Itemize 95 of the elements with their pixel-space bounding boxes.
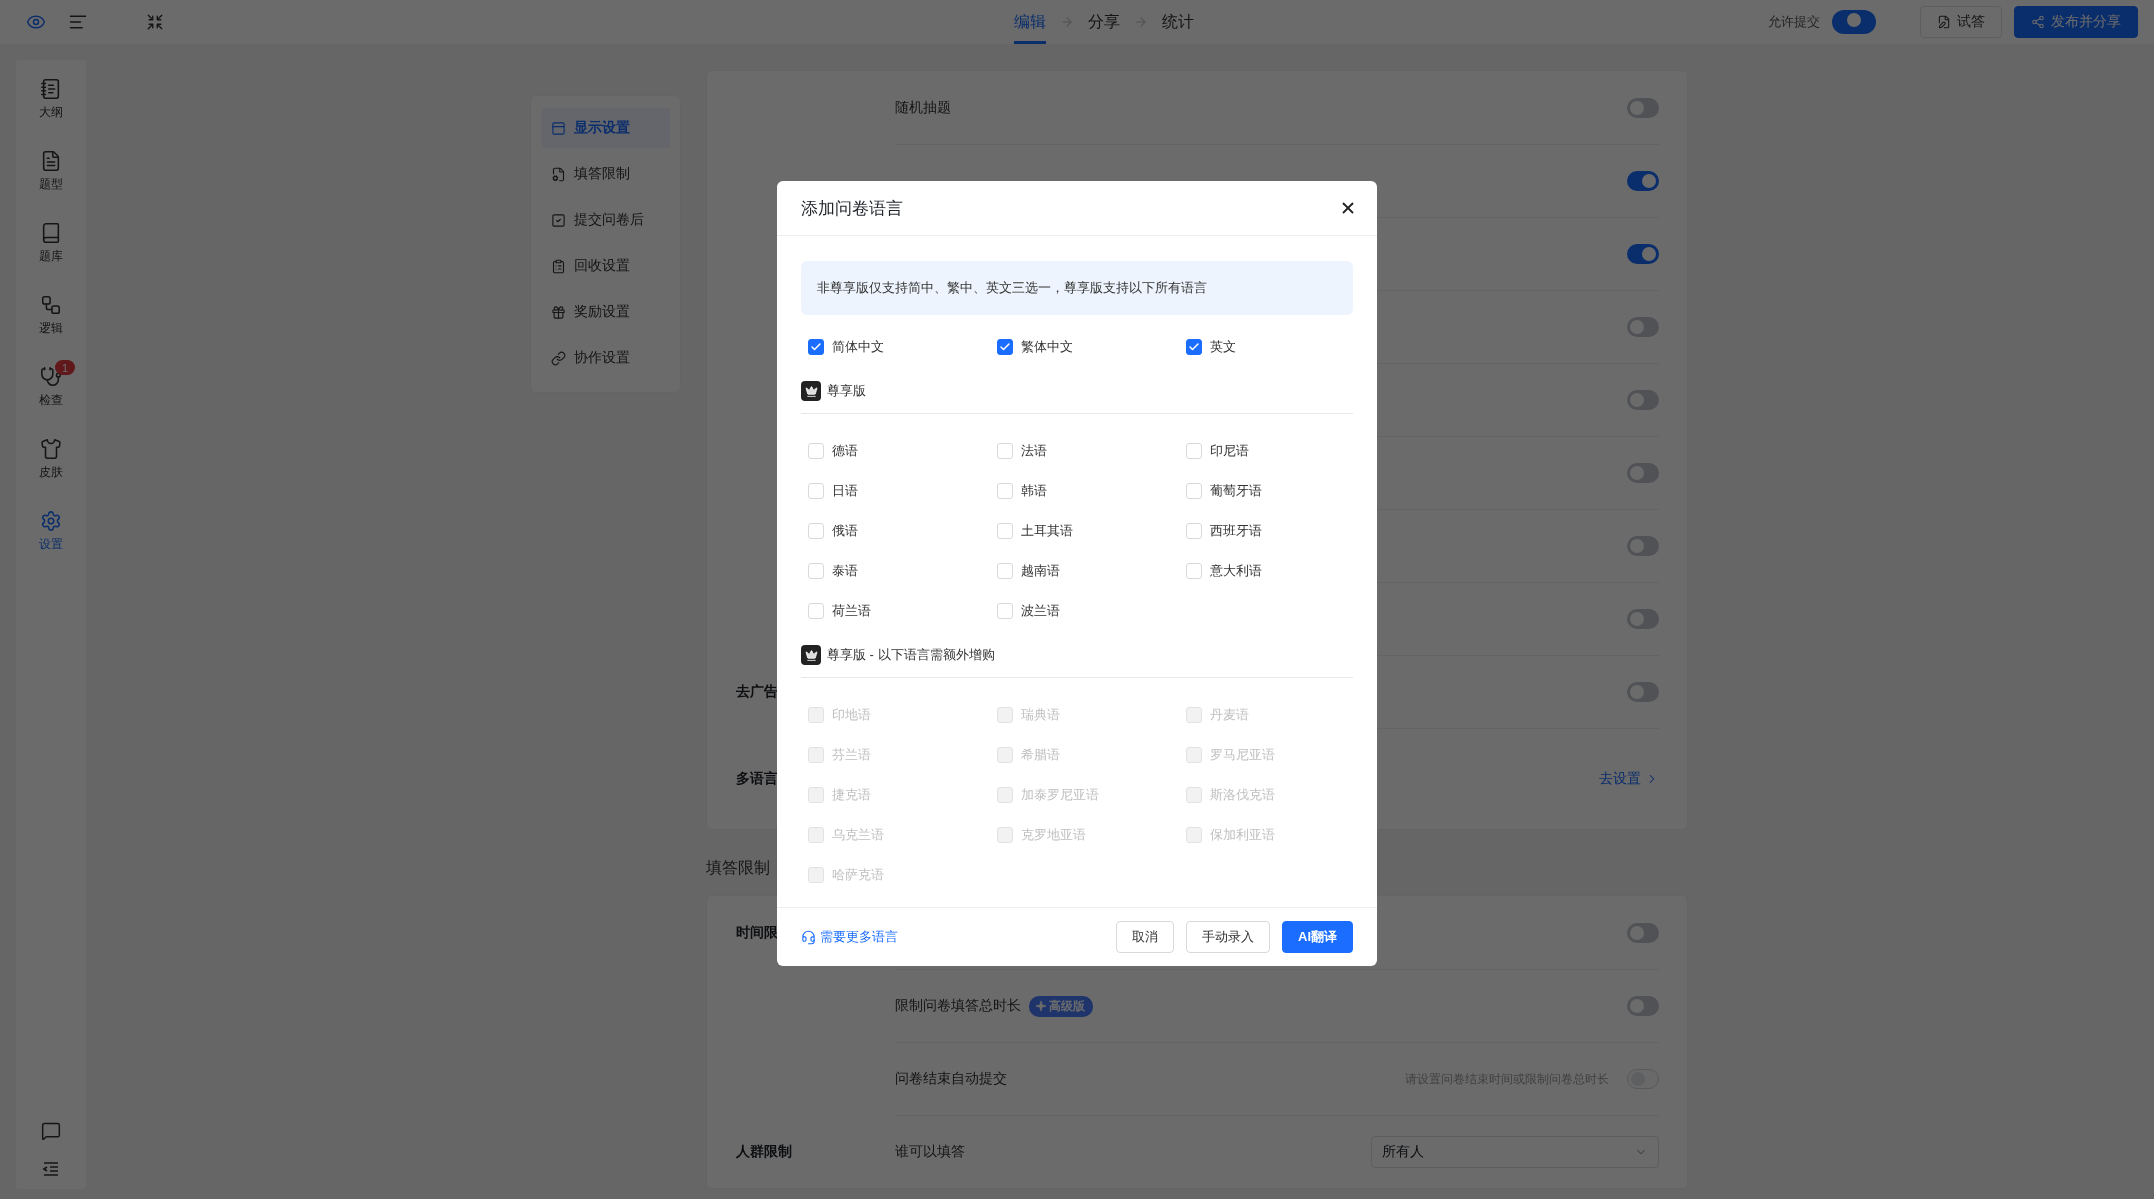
toggle-switch[interactable]: [1627, 922, 1659, 943]
setting-label: 随机抽题: [895, 98, 951, 117]
toggle-switch[interactable]: [1627, 536, 1659, 556]
rail-item[interactable]: 题库: [39, 222, 63, 265]
settings-nav-item[interactable]: 协作设置: [541, 338, 670, 378]
select-field[interactable]: 所有人: [1371, 1136, 1659, 1168]
toggle-switch[interactable]: [1627, 171, 1659, 191]
premium-badge: 高级版: [1029, 995, 1093, 1017]
language-checkbox[interactable]: 土耳其语: [997, 511, 1186, 551]
step-tab[interactable]: 统计: [1162, 0, 1194, 44]
setting-label: 谁可以填答: [895, 1143, 965, 1161]
gift-icon: [551, 304, 566, 320]
stethoscope-icon: [40, 366, 62, 388]
language-checkbox[interactable]: 简体中文: [808, 327, 997, 367]
test-button[interactable]: 试答: [1920, 6, 2002, 38]
check-icon: [1188, 341, 1200, 353]
count-badge: 1: [55, 360, 75, 375]
language-checkbox[interactable]: 泰语: [808, 551, 997, 591]
toggle-switch[interactable]: [1627, 390, 1659, 410]
more-languages-link[interactable]: 需要更多语言: [801, 928, 898, 946]
collapse-icon: [41, 1159, 61, 1179]
settings-nav-item[interactable]: 奖励设置: [541, 292, 670, 332]
document-icon: [40, 150, 62, 172]
language-checkbox[interactable]: 越南语: [997, 551, 1186, 591]
section-label: 尊享版: [827, 382, 866, 400]
dialog-button[interactable]: 手动录入: [1186, 921, 1270, 953]
language-checkbox[interactable]: 波兰语: [997, 591, 1186, 631]
check-icon: [999, 341, 1011, 353]
toggle-switch[interactable]: [1627, 609, 1659, 629]
publish-button[interactable]: 发布并分享: [2014, 6, 2138, 38]
translate-button[interactable]: AI翻译: [1282, 921, 1353, 953]
group-label: 多语言: [736, 769, 778, 788]
toggle-switch[interactable]: [1627, 97, 1659, 118]
rail-item[interactable]: 设置: [39, 510, 63, 553]
dialog-button[interactable]: 取消: [1116, 921, 1174, 953]
group-label: 去广告: [736, 682, 778, 701]
setting-label: 限制问卷填答总时长: [895, 997, 1021, 1015]
allow-submit-label: 允许提交: [1768, 13, 1820, 31]
file-gear-icon: [551, 166, 566, 182]
group-label: 时间限: [736, 923, 778, 942]
settings-nav-item[interactable]: 显示设置: [541, 108, 670, 148]
language-checkbox[interactable]: 葡萄牙语: [1186, 471, 1353, 511]
sparkle-icon: [1035, 1000, 1047, 1012]
group-label: 人群限制: [736, 1142, 792, 1161]
language-checkbox[interactable]: 英文: [1186, 327, 1353, 367]
setting-label: 问卷结束自动提交: [895, 1070, 1007, 1088]
panel-icon: [551, 120, 566, 136]
language-checkbox[interactable]: 韩语: [997, 471, 1186, 511]
rail-item[interactable]: 逻辑: [39, 294, 63, 337]
headset-icon: [801, 929, 816, 945]
language-checkbox[interactable]: 繁体中文: [997, 327, 1186, 367]
rail-item[interactable]: 大纲: [39, 78, 63, 121]
step-tab[interactable]: 分享: [1088, 0, 1120, 44]
settings-icon: [40, 510, 62, 532]
settings-nav-item[interactable]: 填答限制: [541, 154, 670, 194]
shrink-icon: [146, 13, 164, 31]
rail-item[interactable]: 皮肤: [39, 438, 63, 481]
section-title: 填答限制: [706, 858, 770, 878]
book-icon: [40, 222, 62, 244]
share-icon: [2031, 15, 2045, 29]
list-icon: [68, 12, 88, 32]
rail-item[interactable]: 题型: [39, 150, 63, 193]
settings-link[interactable]: 去设置: [1599, 770, 1659, 788]
toggle-switch[interactable]: [1832, 10, 1876, 34]
notice-banner: 非尊享版仅支持简中、繁中、英文三选一，尊享版支持以下所有语言: [801, 261, 1353, 315]
settings-nav-item[interactable]: 回收设置: [541, 246, 670, 286]
file-pen-icon: [1937, 15, 1951, 29]
toggle-switch[interactable]: [1627, 996, 1659, 1016]
toggle-switch[interactable]: [1627, 463, 1659, 483]
step-tab[interactable]: 编辑: [1014, 0, 1046, 44]
shirt-icon: [40, 438, 62, 460]
crown-icon: [801, 645, 821, 665]
language-checkbox[interactable]: 法语: [997, 431, 1186, 471]
language-checkbox[interactable]: 意大利语: [1186, 551, 1353, 591]
notebook-icon: [40, 78, 62, 100]
checkbox-icon: [551, 212, 566, 228]
language-checkbox[interactable]: 日语: [808, 471, 997, 511]
message-icon: [41, 1121, 61, 1141]
clipboard-icon: [551, 258, 566, 274]
section-label: 尊享版 - 以下语言需额外增购: [827, 646, 995, 664]
settings-nav-item[interactable]: 提交问卷后: [541, 200, 670, 240]
language-checkbox[interactable]: 西班牙语: [1186, 511, 1353, 551]
toggle-switch[interactable]: [1627, 317, 1659, 337]
toggle-switch[interactable]: [1627, 244, 1659, 264]
check-icon: [810, 341, 822, 353]
crown-icon: [801, 381, 821, 401]
link-icon: [551, 350, 566, 366]
language-checkbox[interactable]: 印尼语: [1186, 431, 1353, 471]
eye-icon: [26, 12, 46, 32]
language-checkbox[interactable]: 荷兰语: [808, 591, 997, 631]
language-checkbox[interactable]: 德语: [808, 431, 997, 471]
language-checkbox[interactable]: 俄语: [808, 511, 997, 551]
workflow-icon: [40, 294, 62, 316]
toggle-switch[interactable]: [1627, 682, 1659, 702]
dialog-title: 添加问卷语言: [801, 197, 903, 220]
